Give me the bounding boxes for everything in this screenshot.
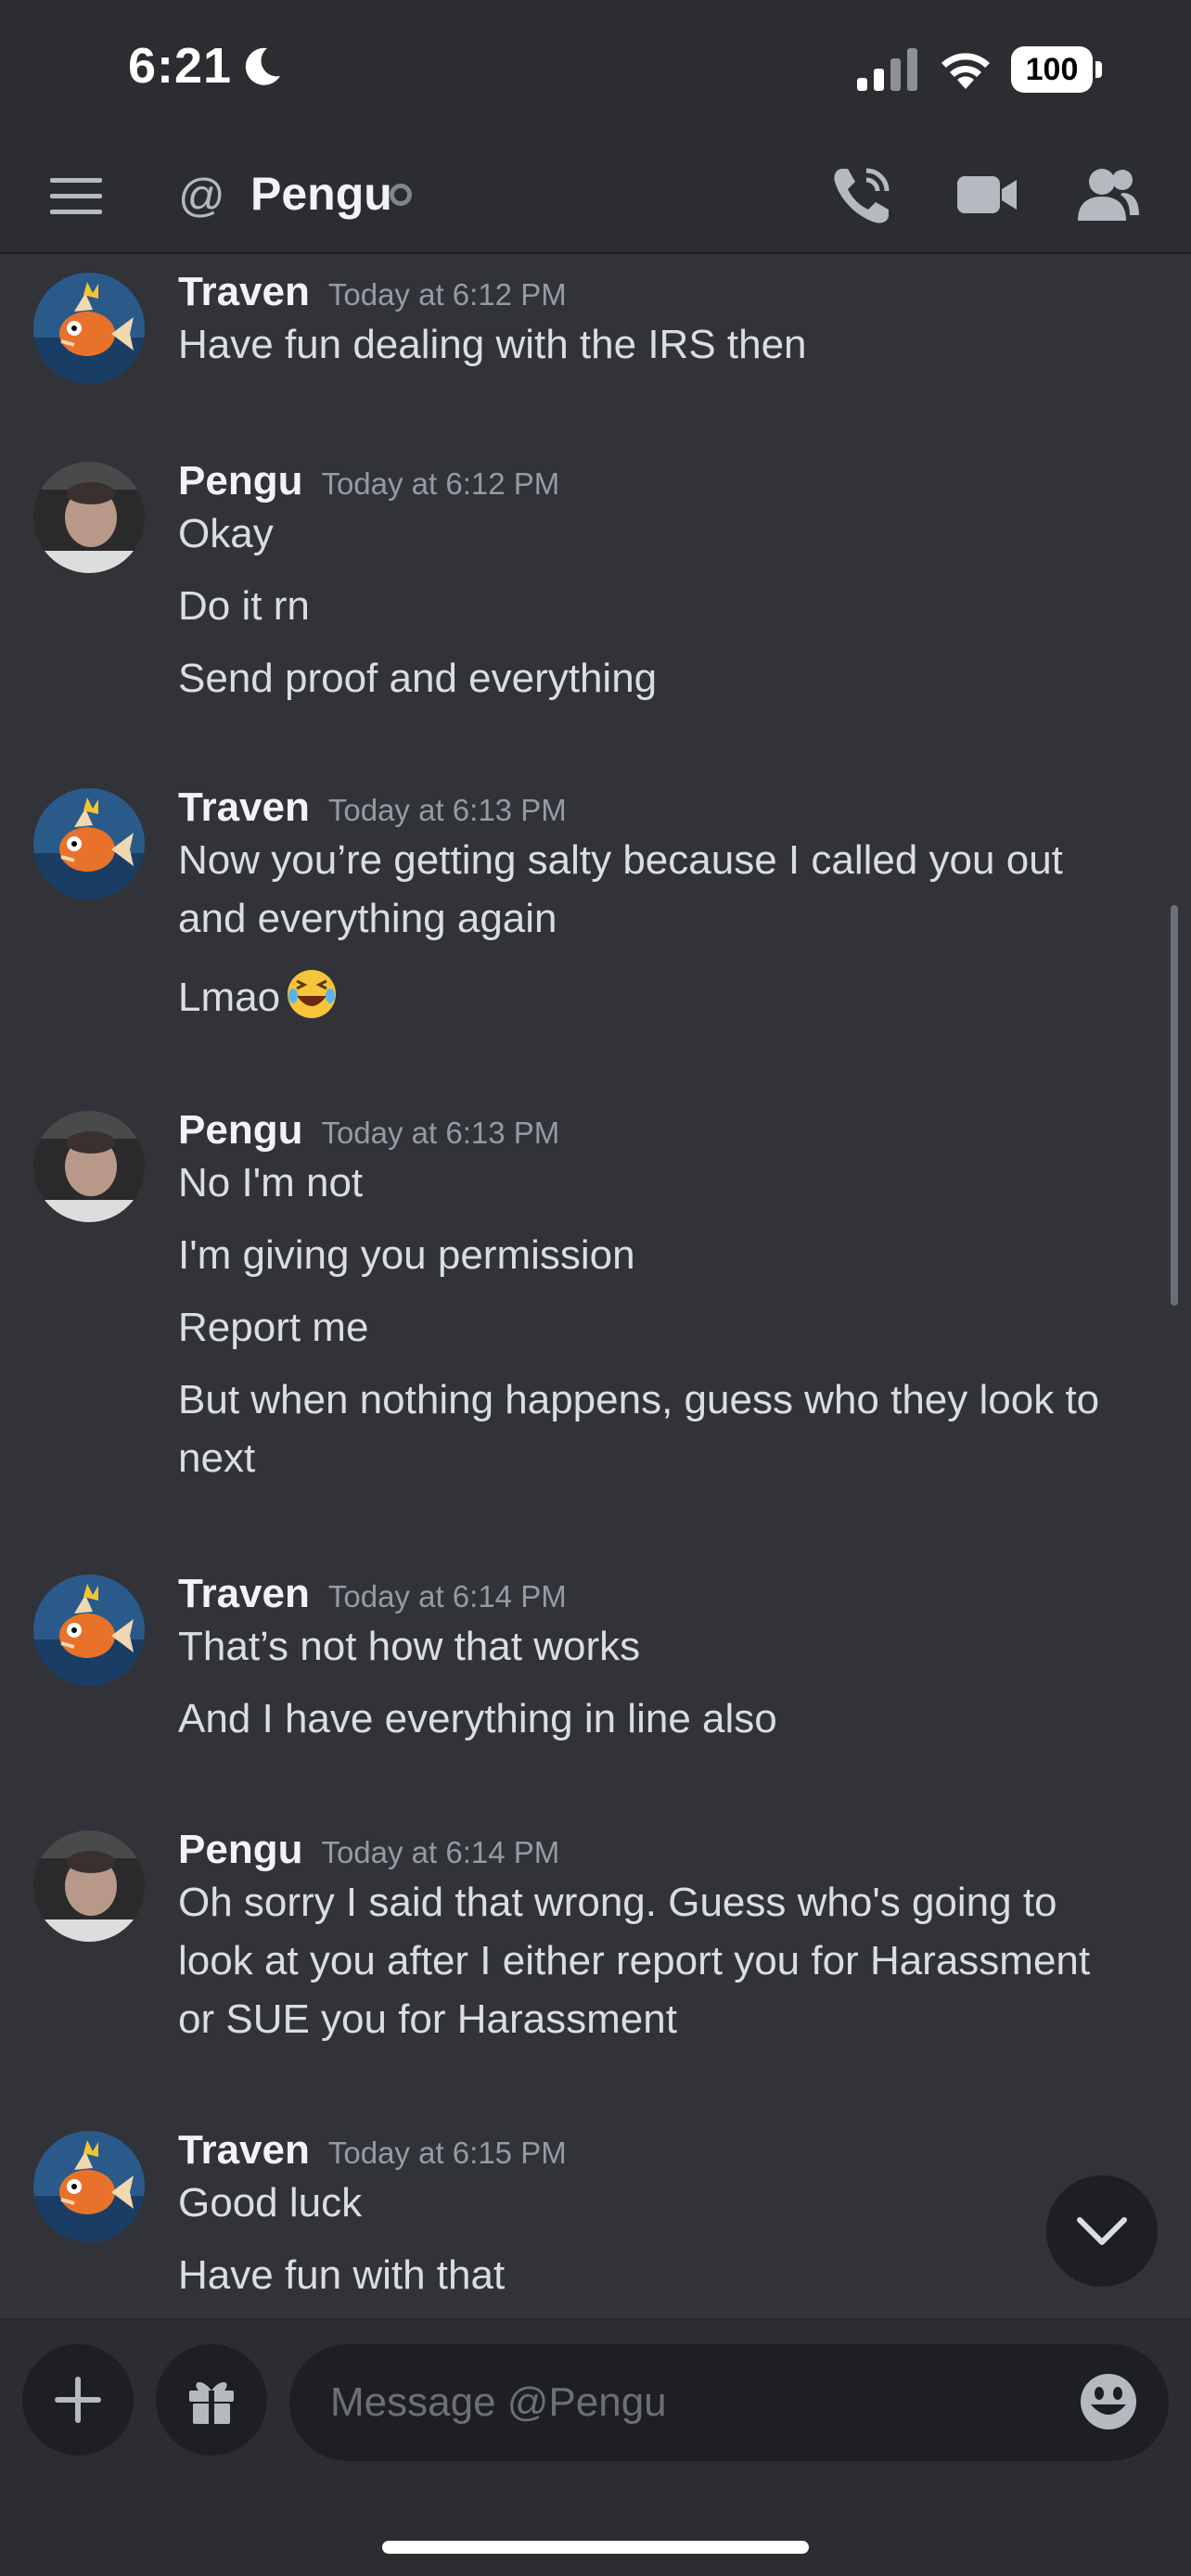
attach-button[interactable] — [22, 2344, 134, 2455]
message-timestamp: Today at 6:15 PM — [327, 2136, 567, 2170]
message-author[interactable]: Pengu Today at 6:14 PM — [178, 1827, 559, 1873]
message-timestamp: Today at 6:14 PM — [327, 1579, 567, 1613]
status-bar: 6:21 100 — [0, 0, 1191, 139]
author-name[interactable]: Pengu — [178, 458, 302, 504]
message-text: Send proof and everything — [178, 656, 658, 701]
message-timestamp: Today at 6:12 PM — [327, 277, 567, 312]
members-icon[interactable] — [1076, 165, 1141, 224]
at-icon: @ — [178, 170, 225, 222]
pengu-avatar-image — [33, 1830, 145, 1942]
jump-to-present-button[interactable] — [1046, 2175, 1158, 2287]
message-text: Do it rn — [178, 583, 310, 629]
author-name[interactable]: Pengu — [178, 1107, 302, 1153]
signal-icon — [857, 48, 917, 91]
message-text: Have fun dealing with the IRS then — [178, 322, 807, 367]
message-timestamp: Today at 6:13 PM — [327, 793, 567, 827]
menu-icon[interactable] — [48, 174, 104, 219]
avatar-pengu[interactable] — [33, 462, 145, 573]
dm-title[interactable]: Pengu — [250, 167, 392, 221]
chevron-down-icon — [1077, 2217, 1127, 2245]
author-name[interactable]: Traven — [178, 1571, 310, 1616]
home-indicator — [382, 2541, 809, 2554]
message-text: look at you after I either report you fo… — [178, 1938, 1091, 1983]
pengu-avatar-image — [33, 462, 145, 573]
message-text: Have fun with that — [178, 2252, 506, 2298]
battery-tip — [1095, 61, 1102, 78]
video-call-icon[interactable] — [955, 171, 1018, 219]
author-name[interactable]: Pengu — [178, 1827, 302, 1872]
scrollbar[interactable] — [1171, 905, 1178, 1306]
message-author[interactable]: Traven Today at 6:15 PM — [178, 2127, 567, 2174]
magikarp-avatar-image — [33, 788, 145, 899]
dm-header: @ Pengu — [0, 139, 1191, 254]
emoji-icon[interactable] — [1078, 2371, 1139, 2432]
message-text: Lmao — [178, 968, 1161, 1027]
message-text: and everything again — [178, 896, 557, 941]
author-name[interactable]: Traven — [178, 2127, 310, 2173]
message-text: next — [178, 1435, 256, 1481]
pengu-avatar-image — [33, 1111, 145, 1222]
battery-level: 100 — [1011, 46, 1093, 93]
gift-icon — [189, 2381, 234, 2424]
moon-icon — [245, 47, 280, 85]
avatar-pengu[interactable] — [33, 1111, 145, 1222]
avatar-traven[interactable] — [33, 788, 145, 899]
message-text: Report me — [178, 1305, 369, 1350]
message-timestamp: Today at 6:14 PM — [321, 1835, 560, 1869]
battery-indicator: 100 — [1011, 46, 1104, 93]
status-time: 6:21 — [128, 38, 233, 94]
message-composer — [0, 2318, 1191, 2576]
message-text: Now you’re getting salty because I calle… — [178, 837, 1063, 883]
voice-call-icon[interactable] — [829, 163, 894, 228]
message-text-content: Lmao — [178, 975, 281, 1020]
message-text: Oh sorry I said that wrong. Guess who's … — [178, 1880, 1057, 1925]
message-text: And I have everything in line also — [178, 1696, 777, 1741]
gift-button[interactable] — [156, 2344, 267, 2455]
avatar-pengu[interactable] — [33, 1830, 145, 1942]
message-list[interactable]: Traven Today at 6:12 PM Have fun dealing … — [0, 256, 1191, 2320]
author-name[interactable]: Traven — [178, 784, 310, 830]
message-author[interactable]: Pengu Today at 6:13 PM — [178, 1107, 559, 1154]
avatar-traven[interactable] — [33, 273, 145, 384]
magikarp-avatar-image — [33, 273, 145, 384]
message-text: or SUE you for Harassment — [178, 1996, 677, 2042]
message-timestamp: Today at 6:12 PM — [321, 466, 560, 501]
author-name[interactable]: Traven — [178, 269, 310, 314]
magikarp-avatar-image — [33, 1575, 145, 1686]
avatar-traven[interactable] — [33, 1575, 145, 1686]
message-author[interactable]: Traven Today at 6:14 PM — [178, 1571, 567, 1617]
magikarp-avatar-image — [33, 2131, 145, 2242]
message-text: But when nothing happens, guess who they… — [178, 1377, 1100, 1422]
plus-icon — [55, 2377, 101, 2423]
laughing-emoji-icon — [288, 970, 337, 1018]
message-input[interactable] — [289, 2344, 1169, 2461]
message-text: I'm giving you permission — [178, 1232, 635, 1278]
message-text: That’s not how that works — [178, 1624, 641, 1669]
message-author[interactable]: Pengu Today at 6:12 PM — [178, 458, 559, 504]
message-text: Okay — [178, 511, 274, 556]
wifi-icon — [941, 53, 990, 89]
message-text: Good luck — [178, 2180, 363, 2225]
message-timestamp: Today at 6:13 PM — [321, 1116, 560, 1150]
message-author[interactable]: Traven Today at 6:13 PM — [178, 784, 567, 831]
message-author[interactable]: Traven Today at 6:12 PM — [178, 269, 567, 315]
offline-status-icon — [390, 184, 412, 206]
message-text: No I'm not — [178, 1160, 364, 1205]
avatar-traven[interactable] — [33, 2131, 145, 2242]
